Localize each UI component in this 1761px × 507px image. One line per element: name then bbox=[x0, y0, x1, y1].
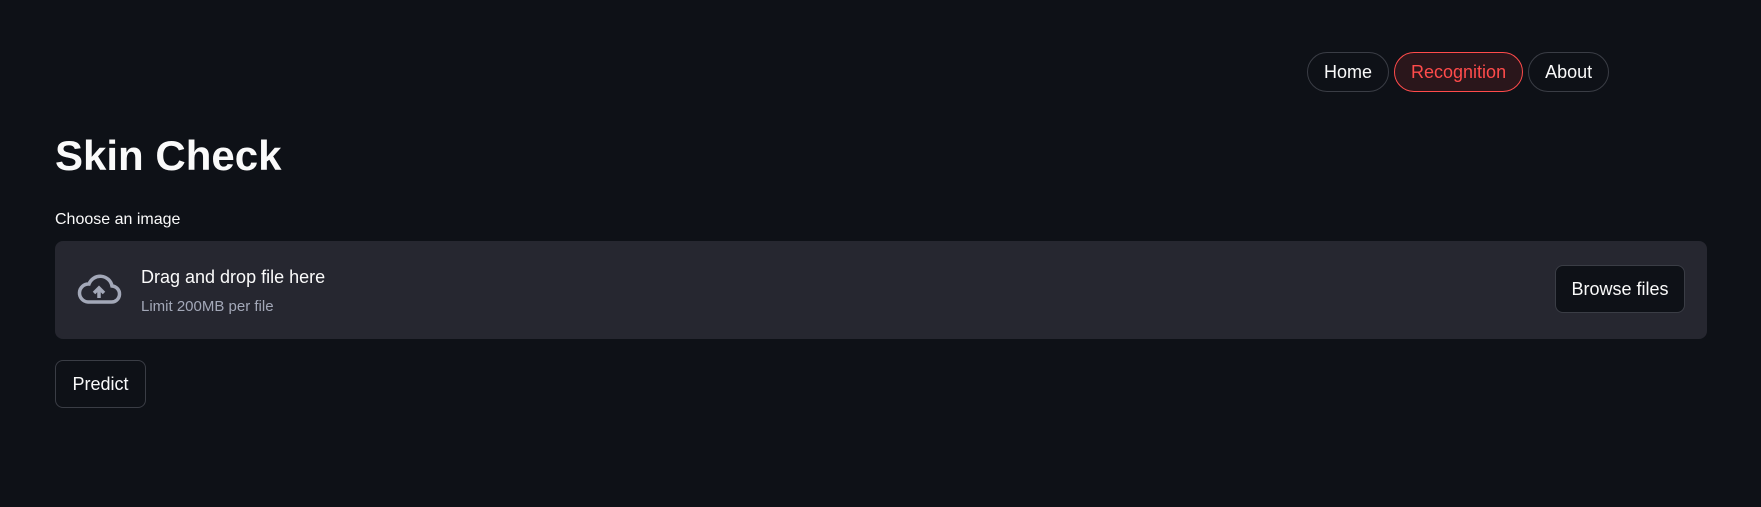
page-title: Skin Check bbox=[55, 132, 282, 179]
file-dropzone[interactable]: Drag and drop file here Limit 200MB per … bbox=[55, 241, 1707, 339]
nav-home[interactable]: Home bbox=[1307, 52, 1390, 92]
browse-files-button[interactable]: Browse files bbox=[1555, 265, 1685, 313]
cloud-upload-icon bbox=[75, 269, 123, 314]
nav-recognition[interactable]: Recognition bbox=[1394, 52, 1524, 92]
nav-menu: Home Recognition About bbox=[1307, 52, 1610, 92]
nav-about[interactable]: About bbox=[1528, 52, 1610, 92]
predict-button[interactable]: Predict bbox=[55, 360, 146, 408]
uploader-label: Choose an image bbox=[55, 211, 181, 228]
drop-instructions: Drag and drop file here bbox=[141, 267, 326, 287]
file-limit: Limit 200MB per file bbox=[141, 298, 274, 315]
